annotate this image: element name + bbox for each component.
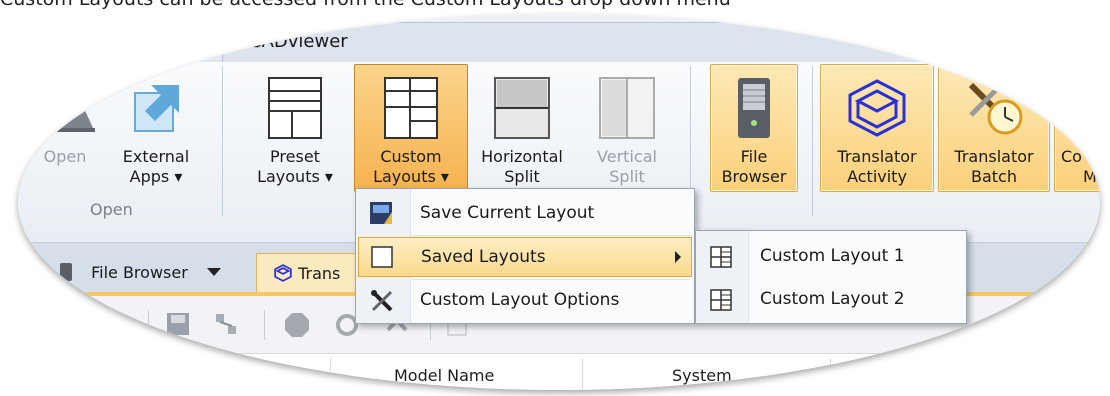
column-separator: [330, 358, 331, 390]
custom-layouts-label-1: Custom: [380, 147, 442, 166]
submenu-item-label: Custom Layout 1: [760, 246, 905, 266]
horizontal-split-label-1: Horizontal: [481, 147, 563, 166]
tab-translator[interactable]: Trans: [256, 253, 366, 293]
preset-layout-icon: [247, 73, 343, 143]
open-button[interactable]: Open: [34, 64, 96, 192]
layout-grid-icon: [710, 289, 732, 316]
stop-icon[interactable]: [284, 312, 310, 342]
open-group-label: Open: [90, 200, 133, 219]
menu-item-save-current-layout[interactable]: Save Current Layout: [358, 194, 692, 234]
preset-layouts-label-1: Preset: [270, 147, 320, 166]
menu-item-saved-layouts[interactable]: Saved Layouts: [358, 237, 692, 277]
ribbon-separator: [222, 66, 223, 216]
ribbon-separator: [812, 66, 813, 216]
vertical-split-label-1: Vertical: [597, 147, 657, 166]
save-layout-icon: [370, 202, 392, 229]
column-separator: [830, 358, 831, 390]
submenu-item-label: Custom Layout 2: [760, 289, 905, 309]
translator-batch-button[interactable]: Translator Batch: [938, 64, 1050, 192]
toolbar-separator: [148, 310, 149, 340]
horizontal-split-button[interactable]: Horizontal Split: [472, 64, 572, 192]
menu-separator: [412, 279, 690, 280]
preset-layouts-label-2: Layouts ▾: [257, 167, 333, 186]
translator-activity-label-1: Translator: [837, 147, 917, 166]
submenu-arrow-icon: [675, 251, 681, 263]
translator-batch-label-2: Batch: [971, 167, 1017, 186]
title-bar: CADviewer: [18, 14, 1100, 62]
preset-layouts-button[interactable]: Preset Layouts ▾: [246, 64, 344, 192]
translator-batch-label-1: Translator: [954, 147, 1034, 166]
vertical-split-icon: [579, 73, 675, 143]
tab-translator-label: Trans: [298, 264, 341, 283]
batch-clock-icon: [939, 73, 1049, 143]
menu-separator: [412, 235, 690, 236]
partial-ribbon-label-1: Co: [1061, 147, 1082, 166]
file-server-icon: [60, 263, 72, 281]
tab-file-browser[interactable]: File Browser: [44, 253, 254, 293]
open-label: Open: [43, 147, 87, 166]
vertical-split-label-2: Split: [609, 167, 645, 186]
blank-layout-icon: [371, 246, 393, 273]
file-browser-button[interactable]: File Browser: [710, 64, 798, 192]
external-link-icon: [109, 73, 203, 143]
custom-layout-icon: [355, 73, 467, 143]
saved-layouts-submenu: Custom Layout 1 Custom Layout 2: [695, 230, 967, 324]
save-icon[interactable]: [166, 312, 190, 340]
file-browser-label-2: Browser: [721, 167, 787, 186]
custom-layouts-button[interactable]: Custom Layouts ▾: [354, 64, 468, 192]
file-browser-label-1: File: [740, 147, 768, 166]
menu-item-label: Custom Layout Options: [420, 290, 620, 310]
layout-grid-icon: [710, 246, 732, 273]
network-icon[interactable]: [214, 312, 238, 340]
vertical-split-button[interactable]: Vertical Split: [578, 64, 676, 192]
toolbar-separator: [264, 310, 265, 340]
external-apps-button[interactable]: External Apps ▾: [108, 64, 204, 192]
partial-ribbon-button[interactable]: Co M: [1054, 64, 1100, 192]
tab-file-browser-label: File Browser: [91, 263, 188, 282]
app-title: CADviewer: [222, 22, 1100, 62]
horizontal-split-label-2: Split: [504, 167, 540, 186]
grid-header: Model Name System: [18, 354, 1100, 390]
translator-cube-icon: [273, 264, 298, 283]
translator-activity-label-2: Activity: [847, 167, 907, 186]
menu-item-custom-layout-options[interactable]: Custom Layout Options: [358, 281, 692, 321]
menu-item-label: Saved Layouts: [421, 247, 546, 267]
column-separator: [582, 358, 583, 390]
app-window: CADviewer Open External Apps ▾ Open Prese…: [18, 14, 1100, 390]
open-icon: [35, 73, 95, 143]
translator-cube-icon: [821, 73, 933, 143]
column-header-system[interactable]: System: [672, 366, 732, 385]
submenu-item-custom-layout-2[interactable]: Custom Layout 2: [698, 279, 964, 319]
menu-item-label: Save Current Layout: [420, 203, 595, 223]
file-server-icon: [711, 73, 797, 143]
tools-icon: [370, 289, 394, 318]
external-apps-label-1: External: [122, 147, 190, 166]
custom-layouts-menu: Save Current Layout Saved Layouts Custom…: [355, 188, 695, 324]
partial-ribbon-label-2: M: [1083, 167, 1097, 186]
custom-layouts-label-2: Layouts ▾: [373, 167, 449, 186]
horizontal-split-icon: [473, 73, 571, 143]
chevron-down-icon: [206, 268, 221, 276]
submenu-item-custom-layout-1[interactable]: Custom Layout 1: [698, 236, 964, 276]
translator-activity-button[interactable]: Translator Activity: [820, 64, 934, 192]
external-apps-label-2: Apps ▾: [129, 167, 183, 186]
column-header-model-name[interactable]: Model Name: [394, 366, 494, 385]
